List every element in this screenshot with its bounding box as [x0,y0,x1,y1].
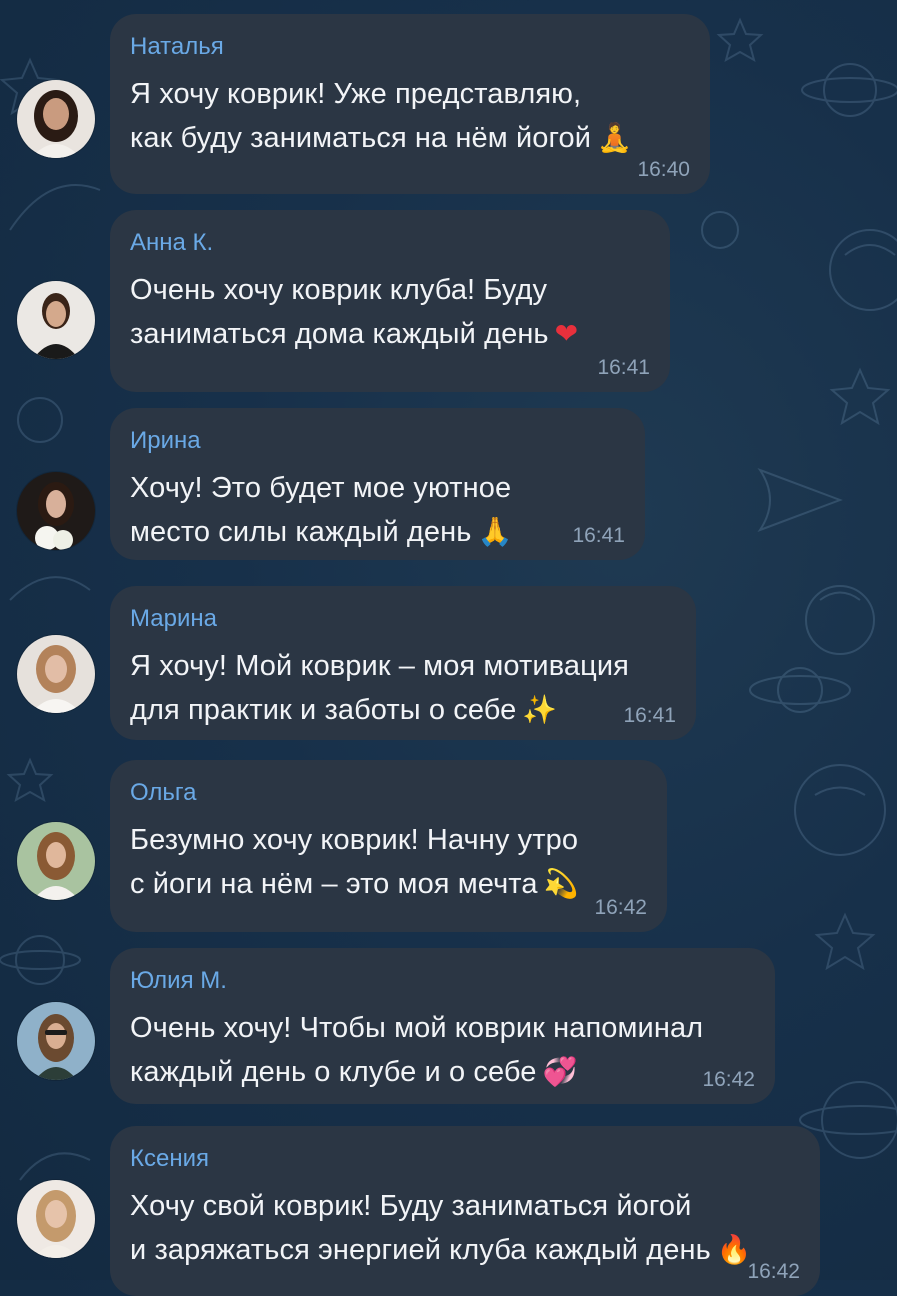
message-text: Очень хочу! Чтобы мой коврик напоминал к… [130,1012,704,1088]
message-bubble[interactable]: Ксения Хочу свой коврик! Буду заниматься… [110,1126,820,1296]
avatar[interactable] [17,80,95,158]
message-time: 16:41 [623,704,676,727]
lotus-position-emoji-icon: 🧘 [597,121,633,154]
message-text: Хочу! Это будет мое уютное место силы ка… [130,472,513,548]
avatar[interactable] [17,1002,95,1080]
avatar[interactable] [17,635,95,713]
avatar[interactable] [17,1180,95,1258]
folded-hands-emoji-icon: 🙏 [477,515,513,548]
message-time: 16:40 [637,158,690,181]
red-heart-emoji-icon: ❤ [554,317,579,350]
sender-name[interactable]: Марина [130,606,674,632]
revolving-hearts-emoji-icon: 💞 [542,1055,578,1088]
message-bubble[interactable]: Анна К. Очень хочу коврик клуба! Буду за… [110,210,670,392]
sparkles-emoji-icon: ✨ [522,693,558,726]
sender-name[interactable]: Ольга [130,780,645,806]
message-text: Я хочу! Мой коврик – моя мотивация для п… [130,650,629,726]
avatar[interactable] [17,281,95,359]
message-bubble[interactable]: Ольга Безумно хочу коврик! Начну утро с … [110,760,667,932]
message-time: 16:41 [597,356,650,379]
message-bubble[interactable]: Наталья Я хочу коврик! Уже представляю, … [110,14,710,194]
message-bubble[interactable]: Марина Я хочу! Мой коврик – моя мотиваци… [110,586,696,740]
message-text: Очень хочу коврик клуба! Буду заниматься… [130,274,579,350]
message-time: 16:42 [702,1068,755,1091]
message-text: Хочу свой коврик! Буду заниматься йогой … [130,1190,752,1266]
avatar[interactable] [17,472,95,550]
message-bubble[interactable]: Ирина Хочу! Это будет мое уютное место с… [110,408,645,560]
sender-name[interactable]: Наталья [130,34,688,60]
message-text: Безумно хочу коврик! Начну утро с йоги н… [130,824,579,900]
sender-name[interactable]: Юлия М. [130,968,753,994]
message-time: 16:42 [594,896,647,919]
message-time: 16:42 [747,1260,800,1283]
sender-name[interactable]: Ирина [130,428,623,454]
sender-name[interactable]: Ксения [130,1146,798,1172]
message-bubble[interactable]: Юлия М. Очень хочу! Чтобы мой коврик нап… [110,948,775,1104]
avatar[interactable] [17,822,95,900]
message-text: Я хочу коврик! Уже представляю, как буду… [130,78,633,154]
dizzy-emoji-icon: 💫 [543,867,579,900]
sender-name[interactable]: Анна К. [130,230,648,256]
message-time: 16:41 [572,524,625,547]
